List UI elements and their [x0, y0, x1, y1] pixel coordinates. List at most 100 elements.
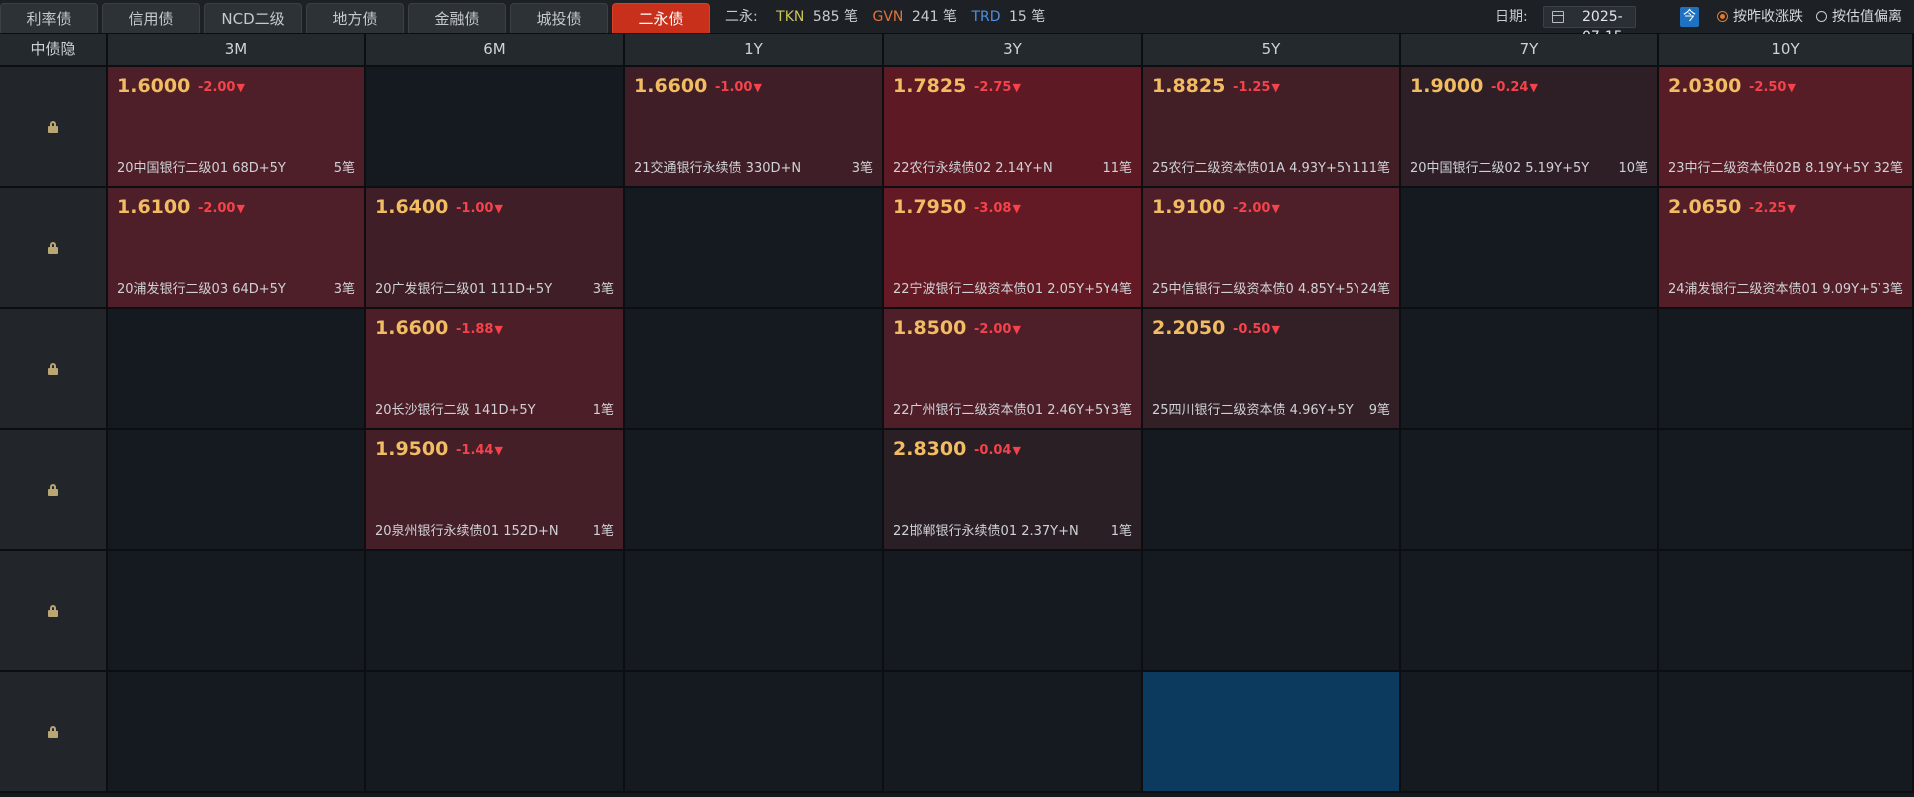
empty-cell[interactable]	[366, 551, 625, 672]
quote-cell[interactable]: 1.6100 -2.00▼ 20浦发银行二级03 64D+5Y 3笔	[108, 188, 366, 309]
empty-cell[interactable]	[1659, 551, 1914, 672]
row-lock-toggle[interactable]	[0, 309, 108, 430]
legend-trd: TRD	[971, 9, 1001, 25]
column-header-1y[interactable]: 1Y	[625, 34, 884, 67]
cell-trade-count: 1笔	[1108, 520, 1132, 539]
today-button[interactable]: 今	[1680, 7, 1699, 27]
column-header-corner[interactable]: 中债隐	[0, 34, 108, 67]
row-lock-toggle[interactable]	[0, 67, 108, 188]
row-lock-toggle[interactable]	[0, 430, 108, 551]
empty-cell[interactable]	[1143, 551, 1401, 672]
cell-trade-count: 11笔	[1100, 157, 1132, 176]
down-triangle-icon: ▼	[1787, 81, 1796, 94]
radio-by-prev-close[interactable]: 按昨收涨跌	[1717, 0, 1803, 34]
empty-cell[interactable]	[625, 551, 884, 672]
quote-cell[interactable]: 1.6000 -2.00▼ 20中国银行二级01 68D+5Y 5笔	[108, 67, 366, 188]
row-lock-toggle[interactable]	[0, 188, 108, 309]
empty-cell[interactable]	[884, 551, 1143, 672]
empty-cell[interactable]	[1659, 430, 1914, 551]
cell-price: 1.6600	[375, 317, 449, 339]
cell-trade-count: 3笔	[331, 278, 355, 297]
quote-cell[interactable]: 1.7950 -3.08▼ 22宁波银行二级资本债01 2.05Y+5Y 4笔	[884, 188, 1143, 309]
empty-cell[interactable]	[1401, 672, 1659, 793]
column-header-3y[interactable]: 3Y	[884, 34, 1143, 67]
quote-cell[interactable]: 2.0300 -2.50▼ 23中行二级资本债02B 8.19Y+5Y 32笔	[1659, 67, 1914, 188]
quote-cell[interactable]: 1.6600 -1.88▼ 20长沙银行二级 141D+5Y 1笔	[366, 309, 625, 430]
down-triangle-icon: ▼	[236, 202, 245, 215]
column-header-7y[interactable]: 7Y	[1401, 34, 1659, 67]
down-triangle-icon: ▼	[1271, 81, 1280, 94]
empty-cell[interactable]	[884, 672, 1143, 793]
cell-change: -0.24▼	[1491, 80, 1538, 95]
lock-icon[interactable]	[48, 120, 58, 133]
quote-cell[interactable]: 1.9100 -2.00▼ 25中信银行二级资本债0 4.85Y+5Y 24笔	[1143, 188, 1401, 309]
quote-cell[interactable]: 1.6600 -1.00▼ 21交通银行永续债 330D+N 3笔	[625, 67, 884, 188]
quote-cell[interactable]: 1.8825 -1.25▼ 25农行二级资本债01A 4.93Y+5Y 111笔	[1143, 67, 1401, 188]
quote-cell[interactable]: 2.8300 -0.04▼ 22邯郸银行永续债01 2.37Y+N 1笔	[884, 430, 1143, 551]
empty-cell[interactable]	[1401, 309, 1659, 430]
lock-icon[interactable]	[48, 604, 58, 617]
quote-cell[interactable]: 1.8500 -2.00▼ 22广州银行二级资本债01 2.46Y+5Y 3笔	[884, 309, 1143, 430]
tab-financial-bonds[interactable]: 金融债	[408, 3, 506, 33]
empty-cell[interactable]	[1143, 430, 1401, 551]
empty-cell[interactable]	[1401, 188, 1659, 309]
tab-urban-investment-bonds[interactable]: 城投债	[510, 3, 608, 33]
top-toolbar: 利率债 信用债 NCD二级 地方债 金融债 城投债 二永债 二永: TKN 58…	[0, 0, 1914, 45]
quote-cell[interactable]: 2.2050 -0.50▼ 25四川银行二级资本债 4.96Y+5Y 9笔	[1143, 309, 1401, 430]
cell-change: -2.00▼	[1233, 201, 1280, 216]
cell-change-value: -1.00	[456, 201, 494, 216]
row-lock-toggle[interactable]	[0, 551, 108, 672]
empty-cell[interactable]	[625, 672, 884, 793]
quote-cell[interactable]: 1.6400 -1.00▼ 20广发银行二级01 111D+5Y 3笔	[366, 188, 625, 309]
legend-label: 二永:	[725, 9, 758, 25]
empty-cell[interactable]	[108, 430, 366, 551]
lock-icon[interactable]	[48, 241, 58, 254]
empty-cell[interactable]	[366, 672, 625, 793]
empty-cell[interactable]	[108, 309, 366, 430]
selected-cell[interactable]	[1143, 672, 1401, 793]
empty-cell[interactable]	[366, 67, 625, 188]
cell-change-value: -0.04	[974, 443, 1012, 458]
calendar-icon[interactable]	[1552, 11, 1564, 23]
empty-cell[interactable]	[1659, 672, 1914, 793]
down-triangle-icon: ▼	[1271, 202, 1280, 215]
empty-cell[interactable]	[1401, 551, 1659, 672]
lock-icon[interactable]	[48, 362, 58, 375]
column-header-10y[interactable]: 10Y	[1659, 34, 1914, 67]
column-header-6m[interactable]: 6M	[366, 34, 625, 67]
column-header-5y[interactable]: 5Y	[1143, 34, 1401, 67]
empty-cell[interactable]	[1401, 430, 1659, 551]
empty-cell[interactable]	[625, 309, 884, 430]
radio-selected-icon[interactable]	[1717, 11, 1728, 22]
lock-icon[interactable]	[48, 483, 58, 496]
quote-cell[interactable]: 1.9000 -0.24▼ 20中国银行二级02 5.19Y+5Y 10笔	[1401, 67, 1659, 188]
tab-local-gov-bonds[interactable]: 地方债	[306, 3, 404, 33]
cell-bond-name: 25四川银行二级资本债 4.96Y+5Y	[1152, 403, 1354, 418]
tab-rate-bonds[interactable]: 利率债	[0, 3, 98, 33]
cell-change-value: -3.08	[974, 201, 1012, 216]
radio-by-valuation-deviation[interactable]: 按估值偏离	[1816, 0, 1902, 34]
down-triangle-icon: ▼	[753, 81, 762, 94]
empty-cell[interactable]	[1659, 309, 1914, 430]
empty-cell[interactable]	[625, 430, 884, 551]
tab-credit-bonds[interactable]: 信用债	[102, 3, 200, 33]
tab-ncd-secondary[interactable]: NCD二级	[204, 3, 302, 33]
column-header-3m[interactable]: 3M	[108, 34, 366, 67]
lock-icon[interactable]	[48, 725, 58, 738]
cell-change: -2.00▼	[198, 201, 245, 216]
cell-trade-count: 3笔	[1108, 399, 1132, 418]
quote-cell[interactable]: 1.9500 -1.44▼ 20泉州银行永续债01 152D+N 1笔	[366, 430, 625, 551]
row-lock-toggle[interactable]	[0, 672, 108, 793]
radio-unselected-icon[interactable]	[1816, 11, 1827, 22]
legend-gvn: GVN	[872, 9, 904, 25]
down-triangle-icon: ▼	[494, 323, 503, 336]
empty-cell[interactable]	[625, 188, 884, 309]
empty-cell[interactable]	[108, 672, 366, 793]
quote-cell[interactable]: 2.0650 -2.25▼ 24浦发银行二级资本债01 9.09Y+5Y 3笔	[1659, 188, 1914, 309]
cell-price: 1.6100	[117, 196, 191, 218]
tab-tier2-perpetual-bonds[interactable]: 二永债	[612, 3, 710, 33]
date-picker[interactable]: 2025-07-15	[1543, 6, 1636, 45]
empty-cell[interactable]	[108, 551, 366, 672]
cell-change-value: -2.00	[198, 80, 236, 95]
quote-cell[interactable]: 1.7825 -2.75▼ 22农行永续债02 2.14Y+N 11笔	[884, 67, 1143, 188]
